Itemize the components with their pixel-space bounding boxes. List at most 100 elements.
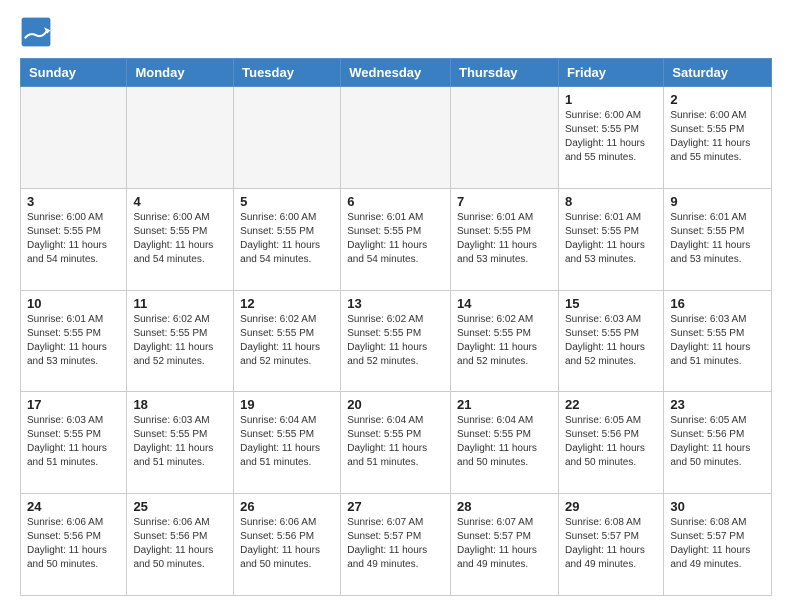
day-number: 14: [457, 296, 552, 311]
calendar-cell: 27 Sunrise: 6:07 AM Sunset: 5:57 PM Dayli…: [341, 494, 451, 596]
calendar-cell: 29 Sunrise: 6:08 AM Sunset: 5:57 PM Dayli…: [558, 494, 663, 596]
day-info: Sunrise: 6:03 AM Sunset: 5:55 PM Dayligh…: [27, 414, 120, 470]
day-info: Sunrise: 6:02 AM Sunset: 5:55 PM Dayligh…: [347, 313, 444, 369]
day-info: Sunrise: 6:00 AM Sunset: 5:55 PM Dayligh…: [670, 109, 765, 165]
calendar-cell: 12 Sunrise: 6:02 AM Sunset: 5:55 PM Dayli…: [234, 290, 341, 392]
calendar-cell: 25 Sunrise: 6:06 AM Sunset: 5:56 PM Dayli…: [127, 494, 234, 596]
day-number: 10: [27, 296, 120, 311]
day-info: Sunrise: 6:01 AM Sunset: 5:55 PM Dayligh…: [670, 211, 765, 267]
logo: [20, 16, 56, 48]
day-number: 29: [565, 499, 657, 514]
day-number: 28: [457, 499, 552, 514]
calendar-cell: 5Sunrise: 6:00 AM Sunset: 5:55 PM Daylig…: [234, 188, 341, 290]
day-info: Sunrise: 6:03 AM Sunset: 5:55 PM Dayligh…: [133, 414, 227, 470]
day-info: Sunrise: 6:07 AM Sunset: 5:57 PM Dayligh…: [457, 516, 552, 572]
calendar-cell: 7Sunrise: 6:01 AM Sunset: 5:55 PM Daylig…: [451, 188, 559, 290]
week-row-5: 24Sunrise: 6:06 AM Sunset: 5:56 PM Dayli…: [21, 494, 772, 596]
day-info: Sunrise: 6:01 AM Sunset: 5:55 PM Dayligh…: [565, 211, 657, 267]
day-number: 27: [347, 499, 444, 514]
day-number: 3: [27, 194, 120, 209]
day-number: 8: [565, 194, 657, 209]
week-row-3: 10 Sunrise: 6:01 AM Sunset: 5:55 PM Dayli…: [21, 290, 772, 392]
day-info: Sunrise: 6:00 AM Sunset: 5:55 PM Dayligh…: [240, 211, 334, 267]
weekday-header-monday: Monday: [127, 59, 234, 87]
day-info: Sunrise: 6:07 AM Sunset: 5:57 PM Dayligh…: [347, 516, 444, 572]
day-info: Sunrise: 6:06 AM Sunset: 5:56 PM Dayligh…: [27, 516, 120, 572]
calendar-cell: 3 Sunrise: 6:00 AM Sunset: 5:55 PM Daylig…: [21, 188, 127, 290]
day-number: 19: [240, 397, 334, 412]
logo-icon: [20, 16, 52, 48]
calendar-cell: [341, 87, 451, 189]
calendar-cell: 30Sunrise: 6:08 AM Sunset: 5:57 PM Dayli…: [664, 494, 772, 596]
calendar-cell: 9 Sunrise: 6:01 AM Sunset: 5:55 PM Daylig…: [664, 188, 772, 290]
day-number: 12: [240, 296, 334, 311]
calendar-cell: 15Sunrise: 6:03 AM Sunset: 5:55 PM Dayli…: [558, 290, 663, 392]
calendar-cell: [21, 87, 127, 189]
day-number: 26: [240, 499, 334, 514]
day-info: Sunrise: 6:01 AM Sunset: 5:55 PM Dayligh…: [347, 211, 444, 267]
day-number: 13: [347, 296, 444, 311]
calendar-cell: 20Sunrise: 6:04 AM Sunset: 5:55 PM Dayli…: [341, 392, 451, 494]
calendar-cell: 14 Sunrise: 6:02 AM Sunset: 5:55 PM Dayli…: [451, 290, 559, 392]
calendar-cell: 28 Sunrise: 6:07 AM Sunset: 5:57 PM Dayli…: [451, 494, 559, 596]
day-number: 9: [670, 194, 765, 209]
week-row-4: 17 Sunrise: 6:03 AM Sunset: 5:55 PM Dayli…: [21, 392, 772, 494]
calendar-cell: [234, 87, 341, 189]
week-row-1: 1 Sunrise: 6:00 AM Sunset: 5:55 PM Daylig…: [21, 87, 772, 189]
calendar-cell: 21 Sunrise: 6:04 AM Sunset: 5:55 PM Dayli…: [451, 392, 559, 494]
calendar-cell: 13 Sunrise: 6:02 AM Sunset: 5:55 PM Dayli…: [341, 290, 451, 392]
weekday-header-tuesday: Tuesday: [234, 59, 341, 87]
calendar-cell: 11 Sunrise: 6:02 AM Sunset: 5:55 PM Dayli…: [127, 290, 234, 392]
calendar-cell: 19Sunrise: 6:04 AM Sunset: 5:55 PM Dayli…: [234, 392, 341, 494]
day-info: Sunrise: 6:00 AM Sunset: 5:55 PM Dayligh…: [565, 109, 657, 165]
calendar-cell: 18 Sunrise: 6:03 AM Sunset: 5:55 PM Dayli…: [127, 392, 234, 494]
day-info: Sunrise: 6:04 AM Sunset: 5:55 PM Dayligh…: [347, 414, 444, 470]
day-info: Sunrise: 6:00 AM Sunset: 5:55 PM Dayligh…: [27, 211, 120, 267]
weekday-header-thursday: Thursday: [451, 59, 559, 87]
day-info: Sunrise: 6:01 AM Sunset: 5:55 PM Dayligh…: [457, 211, 552, 267]
calendar-cell: [127, 87, 234, 189]
day-info: Sunrise: 6:06 AM Sunset: 5:56 PM Dayligh…: [240, 516, 334, 572]
day-number: 15: [565, 296, 657, 311]
day-info: Sunrise: 6:05 AM Sunset: 5:56 PM Dayligh…: [565, 414, 657, 470]
weekday-header-friday: Friday: [558, 59, 663, 87]
calendar-cell: 22 Sunrise: 6:05 AM Sunset: 5:56 PM Dayli…: [558, 392, 663, 494]
day-info: Sunrise: 6:03 AM Sunset: 5:55 PM Dayligh…: [670, 313, 765, 369]
day-number: 17: [27, 397, 120, 412]
calendar-cell: 16 Sunrise: 6:03 AM Sunset: 5:55 PM Dayli…: [664, 290, 772, 392]
day-info: Sunrise: 6:04 AM Sunset: 5:55 PM Dayligh…: [457, 414, 552, 470]
page: SundayMondayTuesdayWednesdayThursdayFrid…: [0, 0, 792, 612]
weekday-header-wednesday: Wednesday: [341, 59, 451, 87]
day-number: 23: [670, 397, 765, 412]
day-info: Sunrise: 6:06 AM Sunset: 5:56 PM Dayligh…: [133, 516, 227, 572]
day-number: 22: [565, 397, 657, 412]
calendar-cell: 8 Sunrise: 6:01 AM Sunset: 5:55 PM Daylig…: [558, 188, 663, 290]
day-info: Sunrise: 6:02 AM Sunset: 5:55 PM Dayligh…: [240, 313, 334, 369]
calendar-cell: 26 Sunrise: 6:06 AM Sunset: 5:56 PM Dayli…: [234, 494, 341, 596]
calendar-cell: 6Sunrise: 6:01 AM Sunset: 5:55 PM Daylig…: [341, 188, 451, 290]
calendar-cell: 24Sunrise: 6:06 AM Sunset: 5:56 PM Dayli…: [21, 494, 127, 596]
day-number: 1: [565, 92, 657, 107]
day-info: Sunrise: 6:02 AM Sunset: 5:55 PM Dayligh…: [133, 313, 227, 369]
calendar-cell: 10 Sunrise: 6:01 AM Sunset: 5:55 PM Dayli…: [21, 290, 127, 392]
day-number: 21: [457, 397, 552, 412]
day-info: Sunrise: 6:01 AM Sunset: 5:55 PM Dayligh…: [27, 313, 120, 369]
day-info: Sunrise: 6:08 AM Sunset: 5:57 PM Dayligh…: [565, 516, 657, 572]
day-info: Sunrise: 6:02 AM Sunset: 5:55 PM Dayligh…: [457, 313, 552, 369]
weekday-header-saturday: Saturday: [664, 59, 772, 87]
day-number: 16: [670, 296, 765, 311]
day-number: 11: [133, 296, 227, 311]
calendar-cell: 17 Sunrise: 6:03 AM Sunset: 5:55 PM Dayli…: [21, 392, 127, 494]
day-info: Sunrise: 6:00 AM Sunset: 5:55 PM Dayligh…: [133, 211, 227, 267]
week-row-2: 3 Sunrise: 6:00 AM Sunset: 5:55 PM Daylig…: [21, 188, 772, 290]
day-number: 4: [133, 194, 227, 209]
calendar: SundayMondayTuesdayWednesdayThursdayFrid…: [20, 58, 772, 596]
calendar-cell: 1 Sunrise: 6:00 AM Sunset: 5:55 PM Daylig…: [558, 87, 663, 189]
day-number: 25: [133, 499, 227, 514]
day-info: Sunrise: 6:05 AM Sunset: 5:56 PM Dayligh…: [670, 414, 765, 470]
header: [20, 16, 772, 48]
day-number: 2: [670, 92, 765, 107]
weekday-header-sunday: Sunday: [21, 59, 127, 87]
day-number: 18: [133, 397, 227, 412]
calendar-cell: 23 Sunrise: 6:05 AM Sunset: 5:56 PM Dayli…: [664, 392, 772, 494]
